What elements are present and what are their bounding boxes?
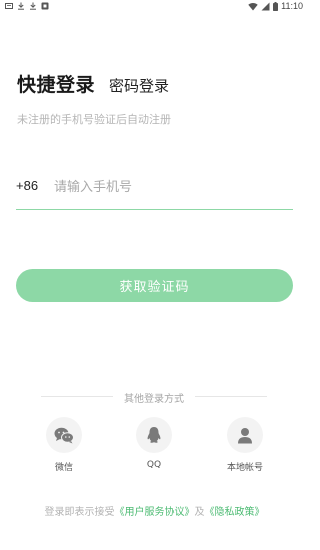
agreement-and: 及 [194,507,205,518]
divider [195,396,267,397]
user-icon [238,427,252,443]
wechat-login-option[interactable]: 微信 [29,417,99,473]
qq-login-option[interactable]: QQ [119,417,189,470]
user-agreement-link[interactable]: 《用户服务协议》 [115,507,195,518]
phone-field: +86 [16,172,293,210]
status-bar-system: 11:10 [248,1,303,12]
wechat-login-label: 微信 [54,463,73,473]
signal-icon [261,2,270,11]
local-account-login-label: 本地帐号 [226,463,263,473]
country-code[interactable]: +86 [16,178,38,193]
qq-icon [147,427,161,443]
status-bar-notifications [5,2,49,10]
download-icon [30,2,36,10]
other-login-header: 其他登录方式 [41,390,267,405]
get-verification-code-button[interactable]: 获取验证码 [16,269,293,302]
wechat-login-button[interactable] [46,417,82,453]
wifi-icon [248,2,258,11]
local-account-login-button[interactable] [227,417,263,453]
other-login-title: 其他登录方式 [124,394,184,405]
qq-login-button[interactable] [136,417,172,453]
agreement-prefix: 登录即表示接受 [44,507,115,518]
download-icon [18,2,24,10]
privacy-policy-link[interactable]: 《隐私政策》 [205,507,265,518]
phone-input[interactable] [54,174,290,200]
register-hint: 未注册的手机号验证后自动注册 [17,113,171,126]
wechat-icon [54,427,74,443]
local-account-login-option[interactable]: 本地帐号 [210,417,280,473]
status-time: 11:10 [281,1,303,11]
app-icon [41,2,49,10]
notification-icon [5,3,13,9]
qq-login-label: QQ [146,460,162,470]
battery-icon [273,2,279,11]
tab-password-login[interactable]: 密码登录 [109,75,169,96]
tab-quick-login[interactable]: 快捷登录 [17,70,95,97]
agreement-notice: 登录即表示接受《用户服务协议》及《隐私政策》 [0,503,309,518]
status-bar: 11:10 [0,0,309,14]
